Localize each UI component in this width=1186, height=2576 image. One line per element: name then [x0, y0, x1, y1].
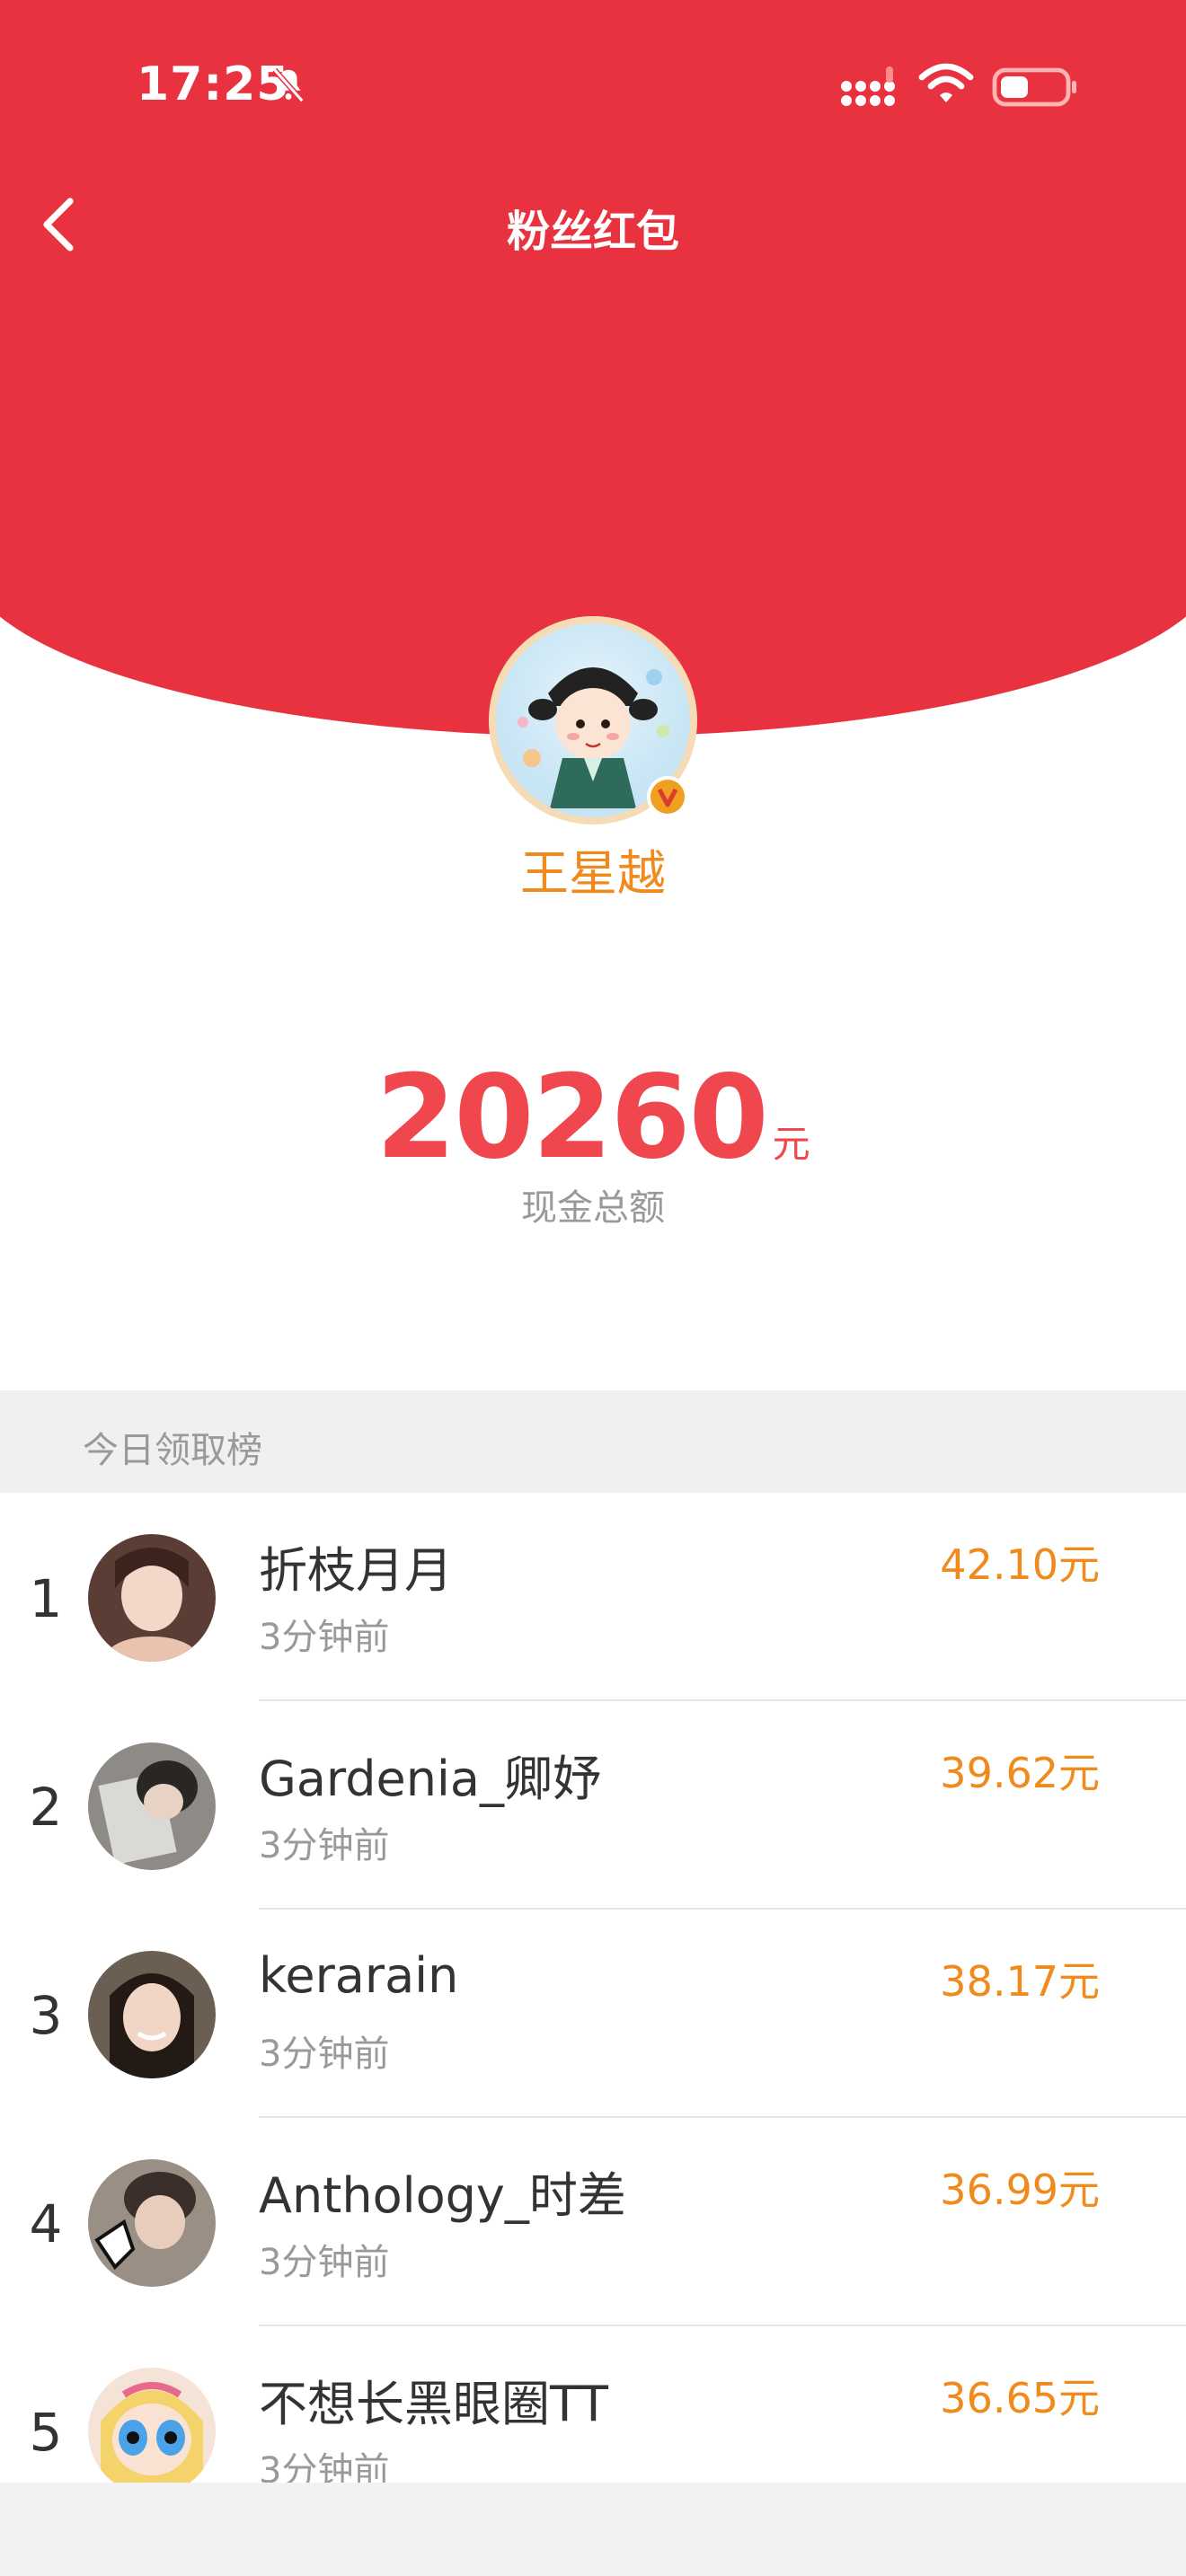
total-amount-unit: 元 [772, 1122, 810, 1166]
ranking-row[interactable]: 3 kerarain 3分钟前 38.17元 [0, 1910, 1186, 2118]
claim-time: 3分钟前 [259, 1825, 390, 1866]
signal-icon [841, 66, 895, 106]
ranking-row[interactable]: 4 Anthology_时差 3分钟前 36.99元 [0, 2118, 1186, 2326]
wifi-icon [918, 63, 974, 102]
claim-amount: 36.99元 [940, 2166, 1100, 2214]
user-avatar[interactable] [88, 1742, 216, 1870]
amount-row: 20260 元 [0, 1051, 1186, 1185]
claim-time: 3分钟前 [259, 2033, 390, 2075]
user-name: kerarain [259, 1947, 459, 2004]
star-name: 王星越 [520, 845, 666, 902]
verified-badge-icon [647, 776, 688, 817]
user-name: 折枝月月 [259, 1542, 453, 1599]
claim-time: 3分钟前 [259, 1617, 390, 1658]
ranking-title: 今日领取榜 [83, 1430, 262, 1471]
ranking-list: 1 折枝月月 3分钟前 42.10元 2 Gardenia_卿妤 3分钟前 39 [0, 1493, 1186, 2535]
user-name: Anthology_时差 [259, 2167, 626, 2224]
rank-number: 4 [29, 2193, 63, 2254]
ranking-row[interactable]: 1 折枝月月 3分钟前 42.10元 [0, 1493, 1186, 1701]
claim-time: 3分钟前 [259, 2242, 390, 2283]
user-avatar[interactable] [88, 2159, 216, 2287]
user-name: Gardenia_卿妤 [259, 1751, 602, 1807]
claim-amount: 39.62元 [940, 1749, 1100, 1797]
user-avatar[interactable] [88, 1951, 216, 2078]
user-avatar[interactable] [88, 1534, 216, 1662]
rank-number: 3 [29, 1985, 63, 2046]
status-time: 17:25 [137, 57, 290, 111]
ranking-header: 今日领取榜 [0, 1390, 1186, 1493]
total-amount: 20260 [376, 1051, 768, 1185]
rank-number: 5 [29, 2402, 63, 2463]
battery-icon [992, 67, 1076, 107]
rank-number: 1 [29, 1568, 63, 1629]
user-name: 不想长黑眼圈TT [259, 2376, 609, 2432]
total-amount-label: 现金总额 [521, 1187, 665, 1229]
claim-amount: 38.17元 [940, 1957, 1100, 2006]
page-title: 粉丝红包 [506, 207, 679, 257]
claim-amount: 36.65元 [940, 2374, 1100, 2422]
bell-muted-icon [272, 67, 305, 103]
rank-number: 2 [29, 1777, 63, 1838]
ranking-row[interactable]: 2 Gardenia_卿妤 3分钟前 39.62元 [0, 1701, 1186, 1910]
bottom-bar [0, 2483, 1186, 2576]
user-avatar[interactable] [88, 2368, 216, 2495]
claim-amount: 42.10元 [940, 1540, 1100, 1589]
